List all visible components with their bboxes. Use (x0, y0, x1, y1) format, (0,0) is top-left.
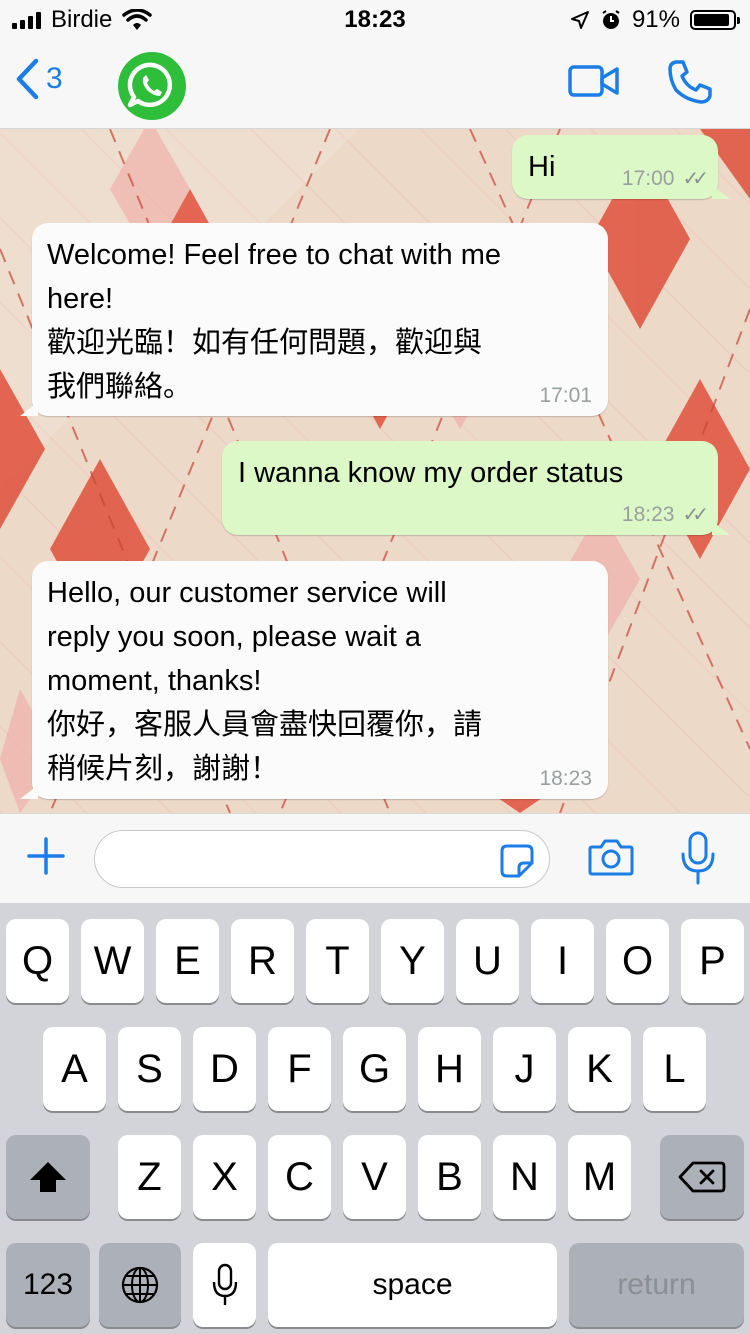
camera-button[interactable] (588, 838, 634, 876)
key-m[interactable]: M (568, 1135, 631, 1219)
bubble-tail (712, 185, 730, 199)
numbers-key[interactable]: 123 (6, 1243, 90, 1327)
keyboard: Q W E R T Y U I O P A S D F G H J K L Z … (0, 903, 750, 1334)
message-time: 17:01 (539, 384, 592, 407)
unread-count: 3 (46, 62, 63, 95)
message-meta: 18:23 (539, 767, 592, 791)
key-p[interactable]: P (681, 919, 744, 1003)
attach-plus-button[interactable] (26, 836, 66, 876)
key-q[interactable]: Q (6, 919, 69, 1003)
message-text: Welcome! Feel free to chat with me here!… (47, 239, 501, 403)
backspace-key[interactable] (660, 1135, 744, 1219)
location-arrow-icon (570, 11, 589, 29)
battery-level (694, 14, 729, 26)
key-c[interactable]: C (268, 1135, 331, 1219)
message-time: 17:00 (621, 166, 675, 190)
key-e[interactable]: E (156, 919, 219, 1003)
key-r[interactable]: R (231, 919, 294, 1003)
key-l[interactable]: L (643, 1027, 706, 1111)
key-o[interactable]: O (606, 919, 669, 1003)
key-w[interactable]: W (81, 919, 144, 1003)
key-s[interactable]: S (118, 1027, 181, 1111)
message-text: Hello, our customer service will reply y… (47, 577, 483, 785)
double-check-icon: ✓✓ (682, 168, 708, 190)
key-x[interactable]: X (193, 1135, 256, 1219)
message-bubble-incoming[interactable]: Welcome! Feel free to chat with me here!… (20, 223, 608, 416)
space-key[interactable]: space (268, 1243, 557, 1327)
chat-messages[interactable]: Hi 17:00 ✓✓ Welcome! Feel free to chat w… (0, 129, 750, 813)
key-i[interactable]: I (531, 919, 594, 1003)
backspace-icon (678, 1161, 726, 1193)
alarm-icon (602, 10, 620, 29)
message-bubble-incoming[interactable]: Hello, our customer service will reply y… (20, 561, 608, 799)
message-meta: 17:01 (539, 384, 592, 408)
microphone-button[interactable] (680, 830, 716, 886)
key-u[interactable]: U (456, 919, 519, 1003)
key-k[interactable]: K (568, 1027, 631, 1111)
key-a[interactable]: A (43, 1027, 106, 1111)
bubble-tail (712, 521, 730, 535)
message-time: 18:23 (539, 767, 592, 790)
shift-key[interactable] (6, 1135, 90, 1219)
message-text: Hi (528, 151, 556, 183)
status-bar: Birdie 18:23 91% (0, 0, 750, 40)
key-b[interactable]: B (418, 1135, 481, 1219)
message-input[interactable] (113, 831, 497, 887)
chat-header: 3 (0, 40, 750, 129)
sticker-button[interactable] (499, 843, 535, 879)
globe-key[interactable] (99, 1243, 181, 1327)
message-composer (0, 813, 750, 904)
key-v[interactable]: V (343, 1135, 406, 1219)
message-time: 18:23 (621, 502, 675, 526)
phone-call-button[interactable] (666, 58, 714, 106)
return-key[interactable]: return (569, 1243, 744, 1327)
chevron-left-icon (16, 58, 39, 100)
key-j[interactable]: J (493, 1027, 556, 1111)
message-meta: 17:00 ✓✓ (621, 166, 709, 191)
bubble-tail (20, 785, 38, 799)
battery-icon (690, 10, 740, 30)
message-text: I wanna know my order status (238, 457, 624, 489)
key-z[interactable]: Z (118, 1135, 181, 1219)
key-n[interactable]: N (493, 1135, 556, 1219)
key-f[interactable]: F (268, 1027, 331, 1111)
message-meta: 18:23 ✓✓ (621, 502, 709, 527)
key-h[interactable]: H (418, 1027, 481, 1111)
status-right: 91% (570, 6, 740, 34)
message-bubble-outgoing[interactable]: I wanna know my order status 18:23 ✓✓ (222, 441, 730, 535)
video-call-button[interactable] (568, 64, 620, 98)
battery-percent: 91% (631, 6, 680, 33)
bubble-tail (20, 402, 38, 416)
key-d[interactable]: D (193, 1027, 256, 1111)
message-bubble-outgoing[interactable]: Hi 17:00 ✓✓ (512, 135, 730, 199)
key-y[interactable]: Y (381, 919, 444, 1003)
shift-arrow-icon (30, 1162, 66, 1192)
message-input-wrapper[interactable] (94, 830, 550, 888)
back-button[interactable]: 3 (14, 58, 63, 100)
dictation-key[interactable] (193, 1243, 256, 1327)
whatsapp-logo-icon[interactable] (116, 52, 188, 120)
microphone-icon (212, 1263, 237, 1305)
key-t[interactable]: T (306, 919, 369, 1003)
key-g[interactable]: G (343, 1027, 406, 1111)
double-check-icon: ✓✓ (682, 504, 708, 526)
globe-icon (121, 1266, 159, 1304)
